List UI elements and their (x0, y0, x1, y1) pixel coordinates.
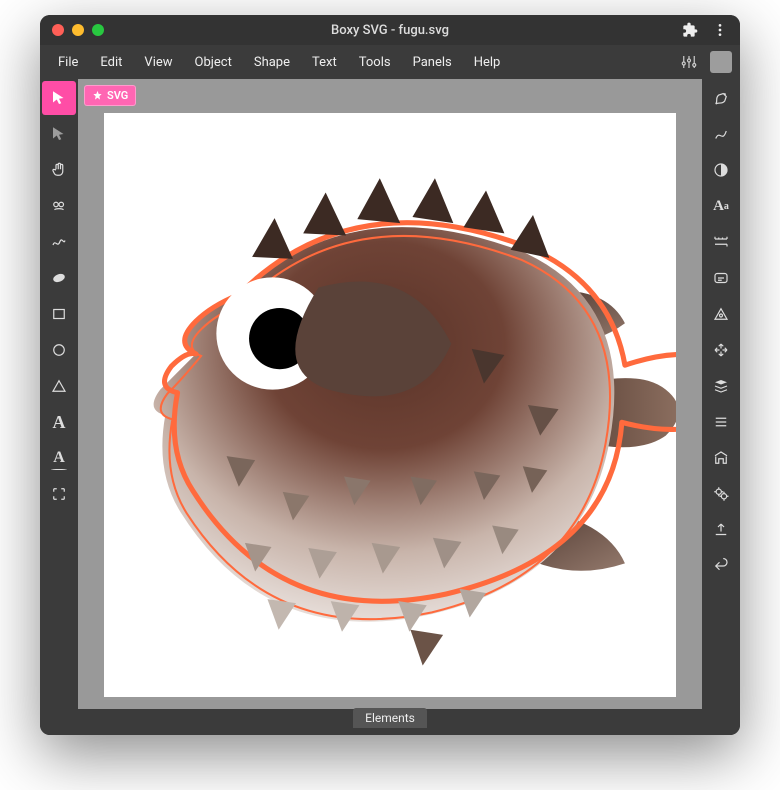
close-window-button[interactable] (52, 24, 64, 36)
app-window: Boxy SVG - fugu.svg File Edit View Objec… (40, 15, 740, 735)
select-tool[interactable] (42, 81, 76, 115)
edit-tool[interactable] (42, 117, 76, 151)
freehand-tool[interactable] (42, 225, 76, 259)
canvas-viewport[interactable]: SVG (78, 79, 702, 709)
menu-view[interactable]: View (134, 49, 182, 76)
meta-panel[interactable] (704, 261, 738, 295)
right-toolbar: Aa (702, 79, 740, 709)
elements-tab[interactable]: Elements (353, 708, 427, 728)
menu-shape[interactable]: Shape (244, 49, 300, 76)
menu-text[interactable]: Text (302, 49, 347, 76)
left-toolbar: A A (40, 79, 78, 709)
menubar: File Edit View Object Shape Text Tools P… (40, 45, 740, 79)
main-area: A A SVG (40, 79, 740, 709)
fugu-illustration (104, 113, 676, 697)
menu-file[interactable]: File (48, 49, 88, 76)
settings-sliders-icon[interactable] (676, 49, 702, 75)
library-panel[interactable] (704, 441, 738, 475)
view-tool[interactable] (42, 477, 76, 511)
minimize-window-button[interactable] (72, 24, 84, 36)
canvas[interactable] (104, 113, 676, 697)
defs-panel[interactable] (704, 405, 738, 439)
extension-icon[interactable] (682, 22, 698, 38)
menu-tools[interactable]: Tools (349, 49, 401, 76)
menu-help[interactable]: Help (464, 49, 511, 76)
color-swatch[interactable] (710, 51, 732, 73)
generators-panel[interactable] (704, 477, 738, 511)
menu-panels[interactable]: Panels (403, 49, 462, 76)
arrangement-panel[interactable] (704, 333, 738, 367)
status-bar: Elements (40, 709, 740, 735)
titlebar: Boxy SVG - fugu.svg (40, 15, 740, 45)
triangle-tool[interactable] (42, 369, 76, 403)
menu-object[interactable]: Object (185, 49, 242, 76)
ellipse-tool[interactable] (42, 333, 76, 367)
path-panel[interactable] (704, 297, 738, 331)
text-path-tool[interactable]: A (42, 441, 76, 475)
export-panel[interactable] (704, 513, 738, 547)
shape-builder-tool[interactable] (42, 189, 76, 223)
window-title: Boxy SVG - fugu.svg (40, 23, 740, 38)
svg-badge[interactable]: SVG (84, 85, 136, 106)
kebab-menu-icon[interactable] (712, 22, 728, 38)
geometry-panel[interactable] (704, 225, 738, 259)
maximize-window-button[interactable] (92, 24, 104, 36)
svg-badge-label: SVG (107, 89, 128, 102)
compositing-panel[interactable] (704, 153, 738, 187)
objects-panel[interactable] (704, 369, 738, 403)
history-panel[interactable] (704, 549, 738, 583)
typography-panel[interactable]: Aa (704, 189, 738, 223)
rectangle-tool[interactable] (42, 297, 76, 331)
fill-panel[interactable] (704, 81, 738, 115)
stroke-panel[interactable] (704, 117, 738, 151)
window-controls (52, 24, 104, 36)
pan-tool[interactable] (42, 153, 76, 187)
menu-edit[interactable]: Edit (90, 49, 132, 76)
text-tool[interactable]: A (42, 405, 76, 439)
blob-tool[interactable] (42, 261, 76, 295)
